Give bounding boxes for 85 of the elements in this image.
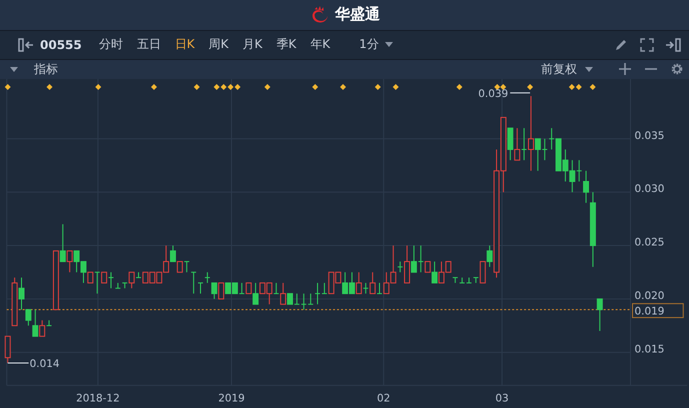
candlestick (198, 282, 204, 294)
candlestick (528, 95, 534, 172)
candlestick (39, 319, 46, 337)
period-tab[interactable]: 月K (238, 36, 268, 54)
candlestick (128, 271, 135, 288)
candlestick (32, 308, 38, 337)
indicator-label[interactable]: 指标 (34, 60, 58, 78)
candlestick (424, 260, 431, 272)
zoom-in-icon[interactable] (619, 63, 631, 76)
candlestick (18, 276, 24, 310)
y-axis-label: 0.030 (634, 182, 664, 195)
candlestick (280, 282, 286, 304)
candlestick (60, 223, 66, 262)
candlestick (486, 244, 493, 268)
candlestick (170, 244, 176, 262)
candlestick (376, 282, 382, 294)
period-tab[interactable]: 年K (305, 36, 336, 54)
candlestick (25, 308, 32, 326)
candlestick (362, 282, 369, 294)
candlestick (252, 282, 259, 304)
candlestick (211, 282, 218, 300)
candlestick (94, 271, 100, 294)
candlestick (480, 260, 486, 284)
leader-line (7, 362, 30, 364)
candlestick (273, 282, 280, 294)
candlestick (184, 260, 190, 272)
logo-text: 华盛通 (335, 5, 380, 24)
candlestick (314, 282, 321, 304)
y-axis-label: 0.025 (634, 236, 664, 248)
fullscreen-icon[interactable] (639, 38, 655, 52)
pencil-icon[interactable] (613, 38, 629, 52)
candlestick (583, 170, 590, 204)
y-axis-label: 0.015 (634, 343, 664, 356)
candlestick (404, 244, 410, 284)
candlestick (108, 271, 114, 288)
period-tab[interactable]: 分时 (94, 36, 128, 54)
x-axis-label: 03 (495, 392, 509, 404)
period-tab[interactable]: 季K (271, 36, 302, 54)
candlestick (4, 336, 11, 364)
period-tab[interactable]: 日K (170, 36, 200, 54)
period-tab[interactable]: 周K (204, 36, 234, 54)
candlestick (370, 271, 376, 294)
candlestick (472, 276, 479, 284)
candlestick (66, 250, 73, 272)
current-price-tag-background (632, 302, 684, 318)
candlestick (246, 282, 252, 294)
collapse-panel-icon[interactable] (18, 38, 34, 52)
candlestick (459, 276, 466, 284)
x-axis-label: 02 (376, 392, 390, 404)
y-axis-label: 0.035 (634, 130, 664, 142)
current-price-label: 0.019 (634, 305, 664, 318)
interval-dropdown[interactable]: 1分 (353, 35, 399, 54)
candlestick (507, 127, 514, 160)
candlestick (521, 127, 528, 160)
candlestick (514, 127, 520, 160)
y-axis-label: 0.020 (634, 290, 664, 302)
candlestick (114, 282, 121, 288)
low-price-label: 0.014 (30, 358, 60, 370)
period-tab[interactable]: 五日 (132, 36, 166, 54)
candlestick (87, 271, 94, 284)
candlestick (596, 298, 603, 332)
leader-line (510, 92, 531, 94)
high-price-label: 0.039 (478, 88, 508, 100)
candlestick (321, 282, 328, 294)
candlestick (190, 271, 197, 294)
x-axis-label: 2018-12 (76, 392, 120, 404)
caret-icon (585, 66, 593, 72)
candlestick (176, 260, 183, 272)
caret-icon (384, 42, 393, 48)
candlestick (204, 271, 210, 284)
candlestick (432, 260, 438, 284)
candlestick (397, 260, 404, 272)
adjustment-dropdown[interactable]: 前复权 (535, 60, 599, 79)
settings-icon[interactable] (671, 63, 683, 76)
exit-panel-icon[interactable] (665, 38, 681, 52)
candlestick (136, 271, 142, 278)
candlestick (466, 276, 472, 284)
candlestick (122, 282, 128, 288)
stock-code: 00555 (40, 38, 82, 52)
x-axis-label: 2019 (218, 392, 245, 404)
caret-icon[interactable] (10, 66, 18, 72)
candlestick (218, 282, 224, 300)
candlestick (452, 276, 458, 284)
candlestick (356, 271, 362, 294)
candlestick (101, 271, 108, 284)
